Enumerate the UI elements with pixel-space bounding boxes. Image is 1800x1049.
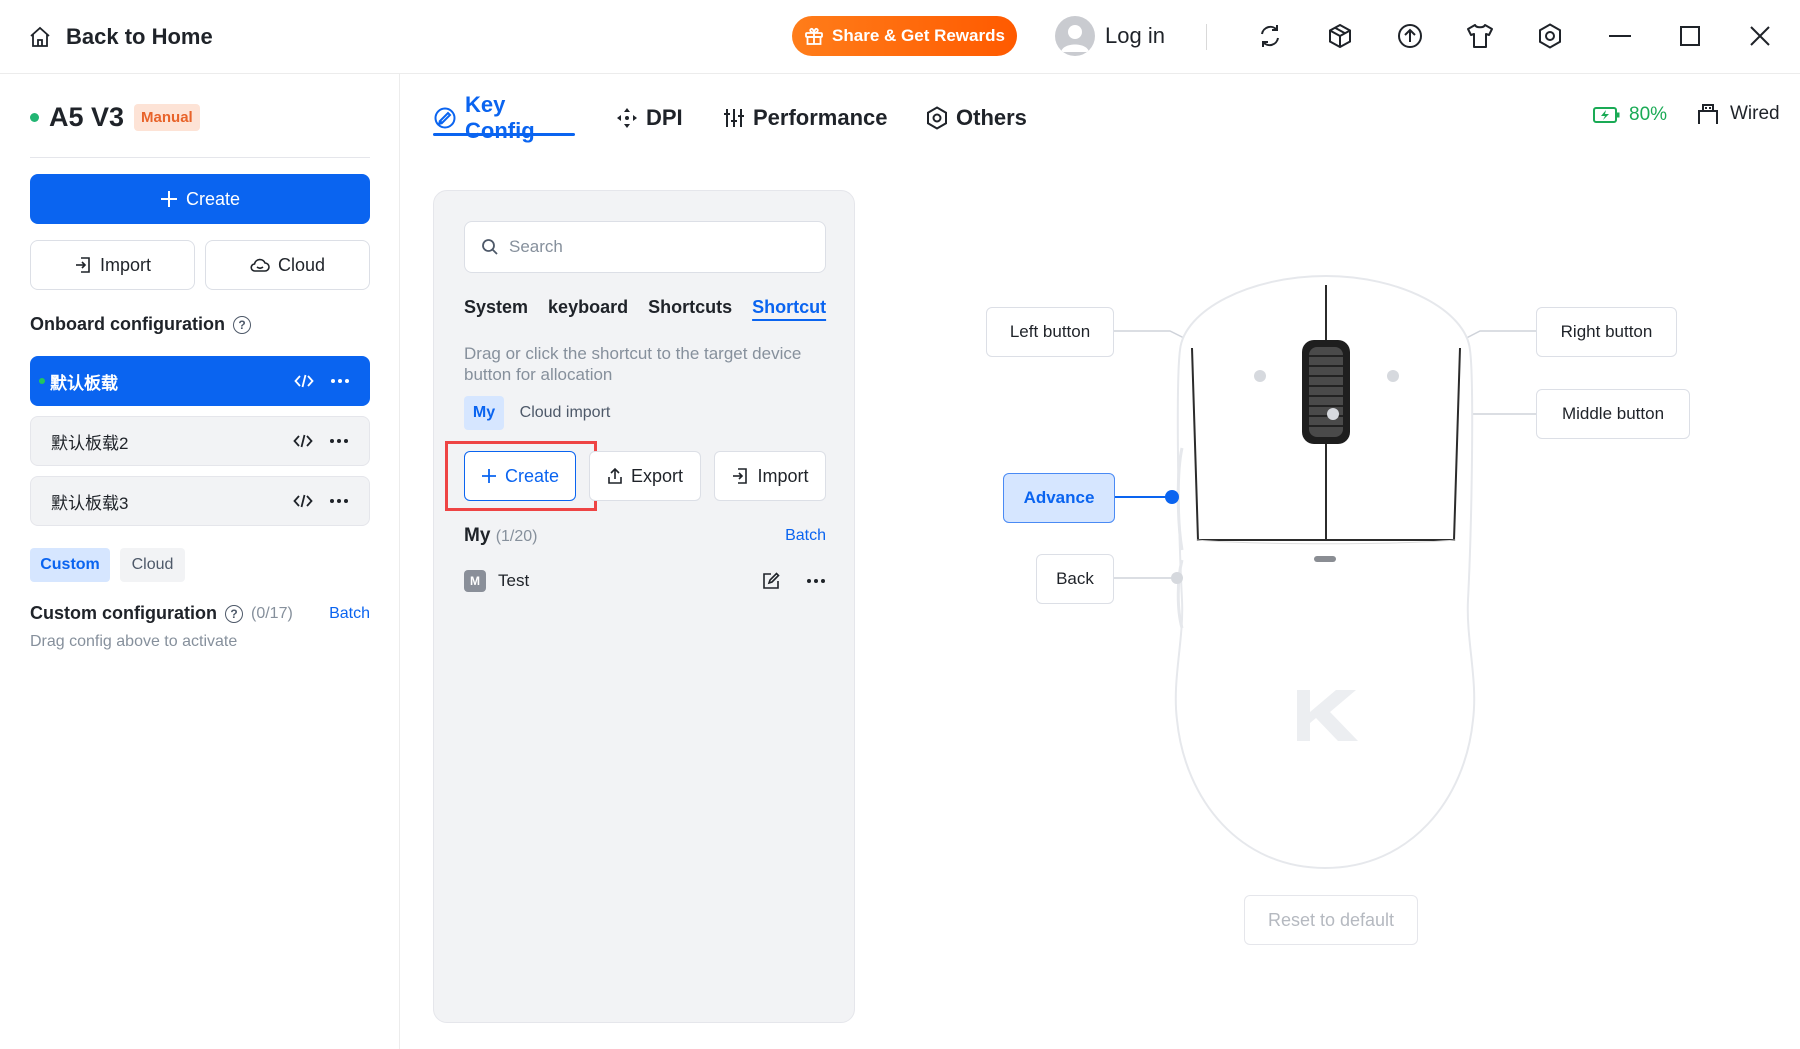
back-dot: [1171, 572, 1183, 584]
advance-dot: [1165, 490, 1179, 504]
left-button-label[interactable]: Left button: [986, 307, 1114, 357]
advance-button-label[interactable]: Advance: [1003, 473, 1115, 523]
left-button-dot: [1254, 370, 1266, 382]
dpi-button-icon: [1314, 556, 1336, 562]
middle-button-label[interactable]: Middle button: [1536, 389, 1690, 439]
reset-default-button[interactable]: Reset to default: [1244, 895, 1418, 945]
middle-button-dot: [1327, 408, 1339, 420]
right-button-dot: [1387, 370, 1399, 382]
back-button-label[interactable]: Back: [1036, 554, 1114, 604]
right-button-label[interactable]: Right button: [1536, 307, 1677, 357]
mouse-diagram: [1036, 274, 1536, 870]
